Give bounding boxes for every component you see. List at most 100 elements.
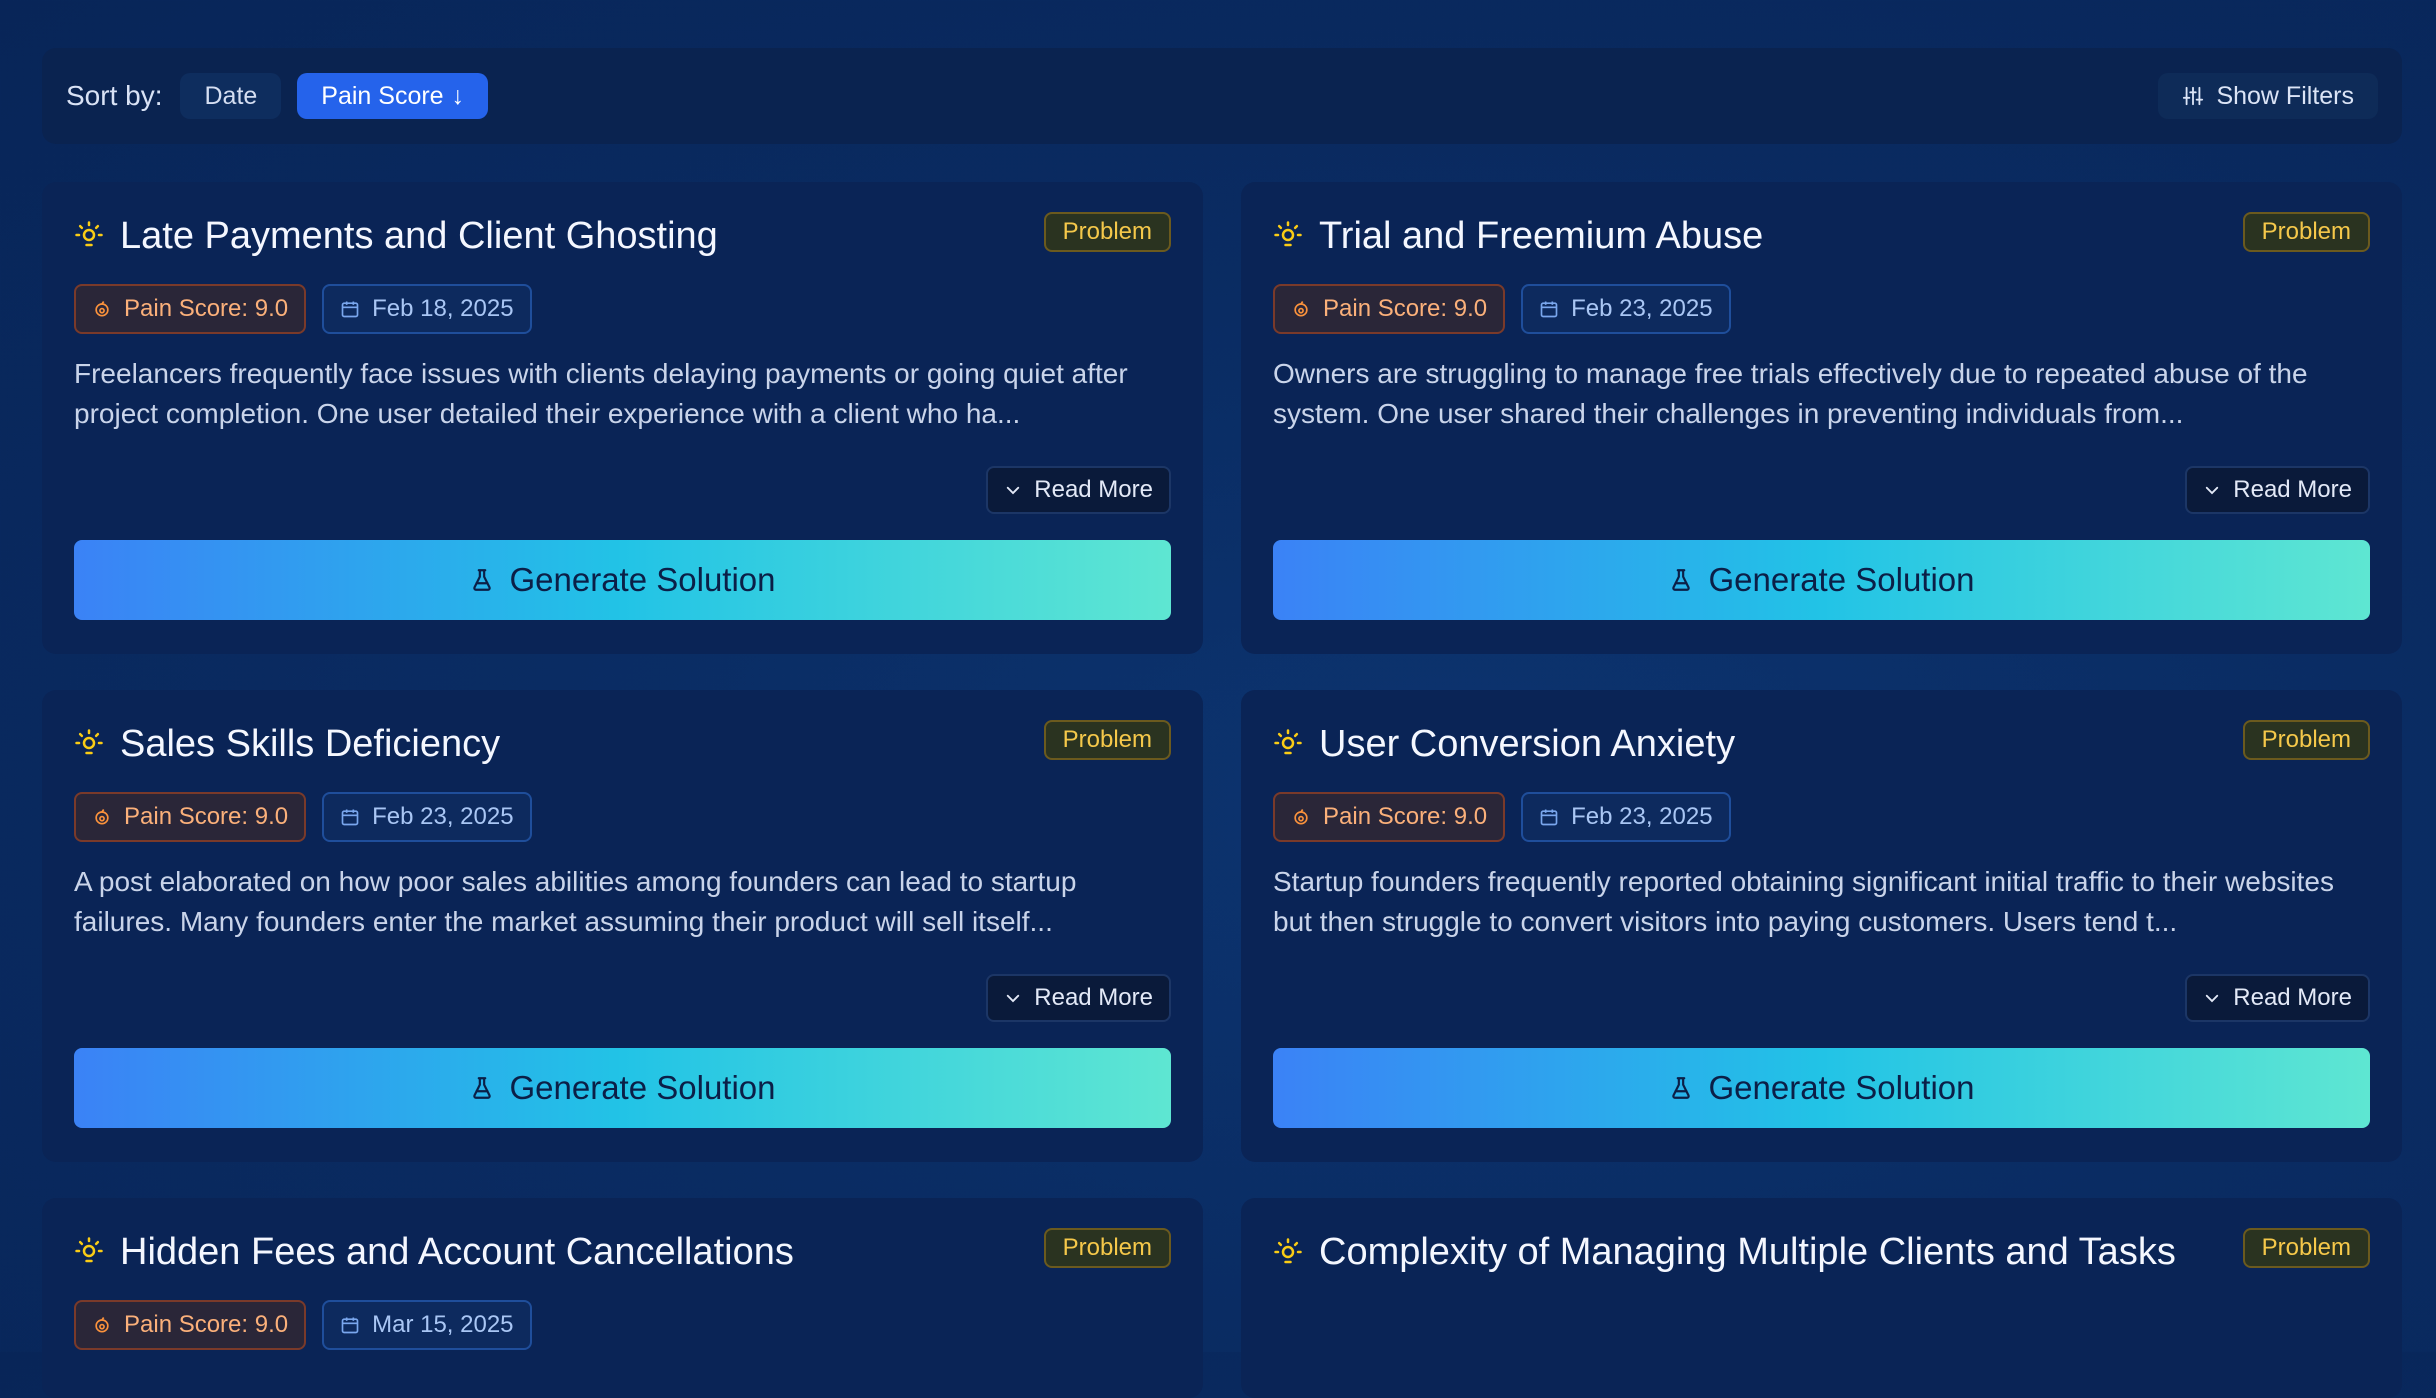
lightbulb-icon [1274, 729, 1302, 755]
pain-score-text: Pain Score: 9.0 [1323, 803, 1488, 830]
problem-badge: Problem [2242, 212, 2370, 252]
card-header: Late Payments and Client Ghosting [74, 208, 983, 264]
flame-icon [95, 809, 109, 825]
sort-date-button[interactable]: Date [180, 73, 282, 119]
show-filters-button[interactable]: Show Filters [2158, 73, 2378, 119]
read-more-button[interactable]: Read More [986, 974, 1171, 1022]
chevron-down-icon [2206, 994, 2219, 1003]
flask-icon [1672, 1077, 1691, 1099]
problem-card: Complexity of Managing Multiple Clients … [1241, 1198, 2402, 1398]
card-description: Freelancers frequently face issues with … [74, 358, 1128, 429]
generate-solution-button[interactable]: Generate Solution [74, 540, 1171, 620]
date-text: Feb 18, 2025 [372, 295, 514, 322]
date-chip: Feb 23, 2025 [1521, 792, 1731, 842]
problem-card: Late Payments and Client Ghosting Proble… [42, 182, 1203, 654]
flame-icon [1294, 301, 1308, 317]
pain-score-text: Pain Score: 9.0 [1323, 295, 1488, 322]
read-more-button[interactable]: Read More [986, 466, 1171, 514]
pain-score-text: Pain Score: 9.0 [124, 1311, 289, 1338]
card-title: Trial and Freemium Abuse [1319, 215, 1764, 257]
card-description: A post elaborated on how poor sales abil… [74, 866, 1077, 937]
chevron-down-icon [1007, 486, 1020, 495]
lightbulb-icon [75, 1237, 103, 1263]
generate-solution-button[interactable]: Generate Solution [1273, 1048, 2370, 1128]
problem-badge: Problem [1043, 212, 1171, 252]
card-meta: Pain Score: 9.0 Feb 23, 2025 [74, 792, 532, 842]
problem-card: Hidden Fees and Account Cancellations Pr… [42, 1198, 1203, 1398]
lightbulb-icon [1274, 1238, 1302, 1264]
problem-badge: Problem [1043, 720, 1171, 760]
card-header: Sales Skills Deficiency [74, 716, 983, 772]
pain-score-text: Pain Score: 9.0 [124, 295, 289, 322]
date-chip: Feb 23, 2025 [1521, 284, 1731, 334]
pain-score-chip: Pain Score: 9.0 [74, 1300, 307, 1350]
pain-score-chip: Pain Score: 9.0 [1273, 792, 1506, 842]
flask-icon [473, 569, 492, 591]
generate-solution-button[interactable]: Generate Solution [1273, 540, 2370, 620]
pain-score-chip: Pain Score: 9.0 [1273, 284, 1506, 334]
pain-score-chip: Pain Score: 9.0 [74, 284, 307, 334]
flame-icon [95, 1317, 109, 1333]
generate-solution-label: Generate Solution [1708, 561, 1975, 598]
sort-pain-score-label: Pain Score [321, 81, 444, 110]
generate-solution-label: Generate Solution [1708, 1069, 1975, 1106]
generate-solution-label: Generate Solution [509, 1069, 776, 1106]
read-more-label: Read More [2233, 476, 2352, 503]
sort-date-label: Date [204, 81, 258, 110]
flask-icon [1672, 569, 1691, 591]
date-chip: Feb 18, 2025 [322, 284, 532, 334]
calendar-icon [1540, 301, 1558, 318]
card-title: Complexity of Managing Multiple Clients … [1319, 1231, 2176, 1273]
problem-card: User Conversion Anxiety Problem Pain Sco… [1241, 690, 2402, 1162]
card-header: Hidden Fees and Account Cancellations [74, 1224, 983, 1280]
date-chip: Feb 23, 2025 [322, 792, 532, 842]
date-chip: Mar 15, 2025 [322, 1300, 532, 1350]
card-title: Late Payments and Client Ghosting [120, 215, 718, 257]
card-meta: Pain Score: 9.0 Feb 23, 2025 [1273, 284, 1731, 334]
card-title: Hidden Fees and Account Cancellations [120, 1231, 794, 1273]
sliders-icon [2183, 86, 2204, 106]
flame-icon [95, 301, 109, 317]
generate-solution-button[interactable]: Generate Solution [74, 1048, 1171, 1128]
card-description: Startup founders frequently reported obt… [1273, 866, 2334, 937]
read-more-label: Read More [1034, 476, 1153, 503]
read-more-button[interactable]: Read More [2185, 466, 2370, 514]
read-more-label: Read More [2233, 984, 2352, 1011]
lightbulb-icon [75, 729, 103, 755]
chevron-down-icon [1007, 994, 1020, 1003]
card-meta: Pain Score: 9.0 Feb 23, 2025 [1273, 792, 1731, 842]
flame-icon [1294, 809, 1308, 825]
sort-pain-score-button[interactable]: Pain Score ↓ [297, 73, 489, 119]
card-title: User Conversion Anxiety [1319, 723, 1736, 765]
flask-icon [473, 1077, 492, 1099]
card-title: Sales Skills Deficiency [120, 723, 501, 765]
calendar-icon [341, 1317, 359, 1334]
card-header: User Conversion Anxiety [1273, 716, 2182, 772]
sort-toolbar: Sort by: Date Pain Score ↓ Show Filters [42, 48, 2402, 144]
card-meta: Pain Score: 9.0 Mar 15, 2025 [74, 1300, 532, 1350]
calendar-icon [1540, 809, 1558, 826]
card-meta: Pain Score: 9.0 Feb 18, 2025 [74, 284, 532, 334]
pain-score-text: Pain Score: 9.0 [124, 803, 289, 830]
show-filters-label: Show Filters [2216, 81, 2354, 110]
card-header: Trial and Freemium Abuse [1273, 208, 2182, 264]
card-description: Owners are struggling to manage free tri… [1273, 358, 2308, 429]
problem-card: Trial and Freemium Abuse Problem Pain Sc… [1241, 182, 2402, 654]
date-text: Mar 15, 2025 [372, 1311, 514, 1338]
read-more-button[interactable]: Read More [2185, 974, 2370, 1022]
sort-label: Sort by: [66, 80, 163, 111]
problem-badge: Problem [2242, 720, 2370, 760]
problem-badge: Problem [2242, 1228, 2370, 1268]
card-header: Complexity of Managing Multiple Clients … [1273, 1224, 2182, 1280]
chevron-down-icon [2206, 486, 2219, 495]
problem-card: Sales Skills Deficiency Problem Pain Sco… [42, 690, 1203, 1162]
generate-solution-label: Generate Solution [509, 561, 776, 598]
arrow-down-icon: ↓ [451, 81, 465, 110]
calendar-icon [341, 301, 359, 318]
date-text: Feb 23, 2025 [1571, 803, 1713, 830]
lightbulb-icon [75, 221, 103, 247]
calendar-icon [341, 809, 359, 826]
pain-score-chip: Pain Score: 9.0 [74, 792, 307, 842]
date-text: Feb 23, 2025 [372, 803, 514, 830]
lightbulb-icon [1274, 221, 1302, 247]
